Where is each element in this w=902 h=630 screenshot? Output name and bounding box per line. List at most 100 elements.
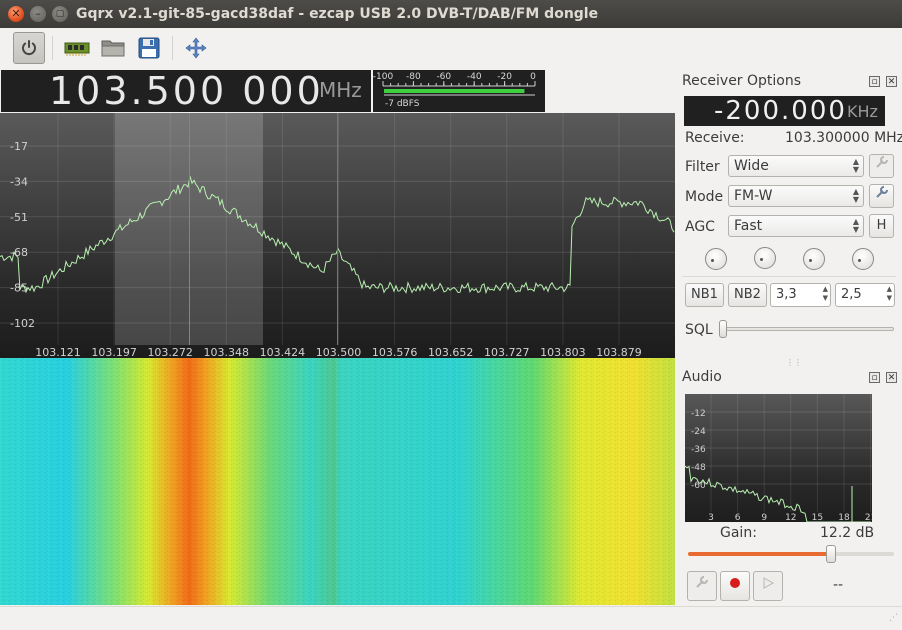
audio-record-button[interactable]	[720, 571, 750, 601]
squelch-label: SQL	[685, 322, 713, 338]
undock-receiver-button[interactable]: ▫	[869, 76, 880, 87]
close-audio-dock-button[interactable]: ✕	[886, 372, 897, 383]
agc-select-value: Fast	[734, 218, 763, 234]
record-icon	[730, 578, 740, 588]
nb2-button[interactable]: NB2	[728, 283, 767, 307]
maximize-window-button[interactable]: ▢	[52, 6, 68, 22]
agc-gain-knob[interactable]	[803, 248, 825, 270]
meter-scale-label: -20	[497, 72, 512, 82]
waterfall-graphic[interactable]	[0, 358, 675, 605]
wrench-icon	[875, 156, 888, 168]
squelch-slider-track[interactable]	[720, 327, 894, 331]
close-receiver-dock-button[interactable]: ✕	[886, 76, 897, 87]
audio-x-label: 21	[865, 513, 872, 522]
agc-threshold-knob[interactable]	[705, 248, 727, 270]
spectrum-plot[interactable]: -17 -34 -51 -68 -85 -102 103.121 103.197 103.27…	[0, 113, 675, 358]
nb2-threshold-spinbox[interactable]: 2,5 ▲ ▼	[835, 283, 895, 307]
audio-gain-slider-track[interactable]	[688, 552, 894, 556]
offset-unit: KHz	[847, 102, 878, 121]
meter-level-text: -7 dBFS	[385, 99, 420, 109]
close-window-button[interactable]: ✕	[8, 6, 24, 22]
audio-y-label: -48	[691, 463, 706, 473]
floppy-disk-icon	[138, 37, 160, 59]
receiver-options-title: Receiver Options	[682, 73, 802, 89]
spectrum-y-label: -102	[10, 317, 35, 330]
waterfall-display[interactable]	[0, 358, 675, 605]
filter-select-value: Wide	[734, 158, 769, 174]
filter-options-button[interactable]	[869, 154, 894, 178]
play-icon	[763, 577, 775, 589]
gain-label: Gain:	[720, 525, 757, 541]
nb1-threshold-spinbox[interactable]: 3,3 ▲ ▼	[770, 283, 831, 307]
offset-value[interactable]: -200.000	[714, 96, 847, 126]
meter-scale-label: -60	[436, 72, 451, 82]
meter-level-bar	[384, 89, 525, 93]
power-button[interactable]	[13, 32, 45, 64]
filter-label: Filter	[685, 159, 720, 175]
spectrum-x-label: 103.727	[484, 346, 530, 358]
dock-splitter-handle[interactable]: ⋮⋮	[786, 358, 802, 367]
audio-x-label: 3	[708, 513, 714, 522]
spectrum-y-label: -68	[10, 246, 28, 259]
mode-label: Mode	[685, 189, 724, 205]
wrench-icon	[696, 576, 708, 588]
move-arrows-icon	[185, 37, 207, 59]
spectrum-x-label: 103.424	[260, 346, 306, 358]
offset-display[interactable]: -200.000 KHz	[684, 96, 885, 126]
spectrum-x-label: 103.272	[147, 346, 193, 358]
agc-hang-button[interactable]: H	[869, 214, 894, 238]
meter-scale-label: 0	[530, 72, 536, 82]
spectrum-x-label: 103.652	[428, 346, 474, 358]
signal-meter: -100 -80 -60 -40 -20 0 -7 dBFS	[373, 70, 545, 112]
spectrum-graph[interactable]: -17 -34 -51 -68 -85 -102 103.121 103.197 103.27…	[0, 113, 675, 358]
right-panel: Receiver Options ▫ ✕ -200.000 KHz Receiv…	[676, 68, 902, 608]
spin-arrows-icon[interactable]: ▲ ▼	[823, 285, 828, 303]
toolbar-separator	[172, 36, 173, 60]
meter-scale-label: -100	[373, 72, 393, 82]
spin-arrows-icon: ▲ ▼	[852, 217, 859, 234]
audio-x-label: 9	[761, 513, 767, 522]
audio-gain-slider-handle[interactable]	[826, 545, 836, 563]
toolbar-separator	[52, 36, 53, 60]
agc-slope-knob[interactable]	[852, 248, 874, 270]
frequency-value[interactable]: 103.500 000	[49, 70, 324, 112]
power-icon	[22, 40, 36, 56]
agc-decay-knob[interactable]	[754, 247, 776, 269]
app-window: ✕ – ▢ Gqrx v2.1-git-85-gacd38daf - ezcap…	[0, 0, 902, 630]
spectrum-y-label: -34	[10, 175, 28, 188]
nb1-button[interactable]: NB1	[685, 283, 724, 307]
save-button[interactable]	[133, 32, 165, 64]
audio-spectrum-plot: -12 -24 -36 -48 -60 3 6 9 12 15 18 21	[685, 394, 872, 522]
audio-y-label: -60	[691, 481, 706, 491]
wrench-icon	[875, 186, 888, 198]
agc-select[interactable]: Fast ▲ ▼	[728, 215, 864, 237]
spectrum-y-label: -85	[10, 282, 28, 295]
filter-select[interactable]: Wide ▲ ▼	[728, 155, 864, 177]
open-file-button[interactable]	[97, 32, 129, 64]
meter-scale-label: -40	[467, 72, 482, 82]
squelch-slider-handle[interactable]	[719, 320, 727, 338]
spin-arrows-icon[interactable]: ▲ ▼	[887, 285, 892, 303]
spectrum-y-label: -51	[10, 211, 28, 224]
spectrum-y-label: -17	[10, 140, 28, 153]
folder-icon	[101, 40, 125, 57]
frequency-display[interactable]: 103.500 000 MHz	[1, 70, 371, 112]
size-grip[interactable]: ⋰	[889, 613, 898, 623]
audio-play-button[interactable]	[753, 571, 783, 601]
fullscreen-button[interactable]	[180, 32, 212, 64]
memory-card-icon	[64, 42, 90, 56]
audio-settings-button[interactable]	[687, 571, 717, 601]
status-bar: ⋰	[0, 606, 902, 630]
spectrum-x-label: 103.803	[540, 346, 586, 358]
undock-audio-button[interactable]: ▫	[869, 372, 880, 383]
spectrum-x-label: 103.121	[35, 346, 81, 358]
mode-select[interactable]: FM-W ▲ ▼	[728, 185, 864, 207]
audio-spectrum-graph: -12 -24 -36 -48 -60 3 6 9 12 15 18 21	[685, 394, 872, 522]
spectrum-x-label: 103.576	[372, 346, 418, 358]
gain-value: 12.2 dB	[820, 525, 875, 541]
spectrum-x-label: 103.500	[316, 346, 362, 358]
minimize-window-button[interactable]: –	[30, 6, 46, 22]
device-settings-button[interactable]	[61, 32, 93, 64]
mode-options-button[interactable]	[869, 184, 894, 208]
divider	[682, 276, 896, 277]
